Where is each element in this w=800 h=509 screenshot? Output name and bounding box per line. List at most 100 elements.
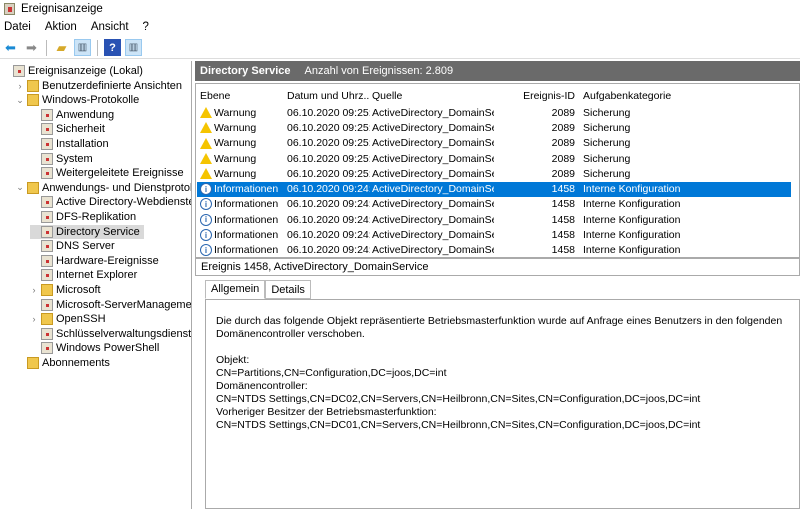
tree-item[interactable]: Anwendung [30,108,114,122]
event-id: 1458 [494,183,580,195]
expand-chevron-icon[interactable]: ⌄ [16,95,24,106]
menu-datei[interactable]: Datei [4,21,31,33]
tree-item[interactable]: Weitergeleitete Ereignisse [30,166,184,180]
col-ereignis-id[interactable]: Ereignis-ID [494,90,580,102]
tree-item-label: Internet Explorer [56,269,137,281]
tree-item-label: Windows-Protokolle [42,94,139,106]
event-detail-header: Ereignis 1458, ActiveDirectory_DomainSer… [195,258,800,276]
up-folder-icon[interactable]: ▰ [53,39,70,56]
event-id: 1458 [494,229,580,241]
log-icon [41,255,53,267]
log-name: Directory Service [200,65,291,77]
tree-item[interactable]: Windows PowerShell [30,341,159,355]
tree-item[interactable]: Installation [30,137,109,151]
toolbar-separator [46,40,47,56]
event-level: iInformationen [197,244,284,256]
event-level: Warnung [197,137,284,149]
event-row[interactable]: Warnung06.10.2020 09:25:46ActiveDirector… [197,136,791,151]
tree-item-label: OpenSSH [56,313,106,325]
tree-item-label: Sicherheit [56,123,105,135]
level-text: Warnung [214,122,256,134]
main-pane: Directory Service Anzahl von Ereignissen… [195,61,800,509]
event-description: Die durch das folgende Objekt repräsenti… [205,299,800,509]
detail-tabs: Allgemein Details [205,280,311,299]
event-row[interactable]: iInformationen06.10.2020 09:24:45ActiveD… [197,243,791,258]
expand-chevron-icon[interactable]: › [30,285,38,295]
event-date: 06.10.2020 09:24:49 [284,214,370,226]
event-source: ActiveDirectory_DomainService [370,183,494,195]
event-source: ActiveDirectory_DomainService [370,137,494,149]
event-row[interactable]: iInformationen06.10.2020 09:24:51ActiveD… [197,182,791,197]
forward-arrow-icon[interactable]: ➡ [23,39,40,56]
tree-item[interactable]: Directory Service [30,225,144,239]
tree-item[interactable]: Schlüsselverwaltungsdienst [30,327,191,341]
event-id: 1458 [494,244,580,256]
back-arrow-icon[interactable]: ⬅ [2,39,19,56]
tree-item[interactable]: Microsoft-ServerManagementExp [30,298,192,312]
event-row[interactable]: Warnung06.10.2020 09:25:46ActiveDirector… [197,105,791,120]
tree-item[interactable]: › OpenSSH [30,312,106,326]
window-title: Ereignisanzeige [21,3,103,15]
folder-icon [41,313,53,325]
tree-item[interactable]: DNS Server [30,239,115,253]
event-row[interactable]: Warnung06.10.2020 09:25:46ActiveDirector… [197,166,791,181]
tree-item-label: Windows PowerShell [56,342,159,354]
menu-aktion[interactable]: Aktion [45,21,77,33]
tree-item[interactable]: Sicherheit [30,122,105,136]
tree-item[interactable]: System [30,152,93,166]
tree-item[interactable]: ⌄ Windows-Protokolle [16,93,139,107]
tree-item[interactable]: Internet Explorer [30,268,137,282]
log-icon [41,226,53,238]
event-row[interactable]: iInformationen06.10.2020 09:24:49ActiveD… [197,212,791,227]
expand-chevron-icon[interactable]: › [30,314,38,324]
tree-item[interactable]: ›Benutzerdefinierte Ansichten [16,79,182,93]
event-row[interactable]: Warnung06.10.2020 09:25:46ActiveDirector… [197,151,791,166]
tab-details[interactable]: Details [265,280,311,299]
tree-item[interactable]: Active Directory-Webdienste [30,195,192,209]
menu-help[interactable]: ? [143,21,149,33]
tree-item[interactable]: ›Microsoft [30,283,101,297]
event-date: 06.10.2020 09:24:50 [284,198,370,210]
log-header: Directory Service Anzahl von Ereignissen… [195,61,800,81]
show-hide-action-pane-icon[interactable]: ▥ [125,39,142,56]
tree-item-label: DNS Server [56,240,115,252]
event-date: 06.10.2020 09:25:46 [284,107,370,119]
event-row[interactable]: Warnung06.10.2020 09:25:46ActiveDirector… [197,120,791,135]
toolbar: ⬅ ➡ ▰ ▥ ? ▥ [0,37,800,59]
tree-item[interactable]: DFS-Replikation [30,210,136,224]
tree-item[interactable]: Hardware-Ereignisse [30,254,159,268]
tab-allgemein[interactable]: Allgemein [205,280,265,299]
level-text: Informationen [214,229,278,241]
event-category: Interne Konfiguration [580,244,780,256]
event-id: 1458 [494,214,580,226]
log-icon [41,123,53,135]
expand-chevron-icon[interactable]: › [16,81,24,91]
log-icon [41,328,53,340]
info-icon: i [200,244,212,256]
event-id: 2089 [494,107,580,119]
tree-item[interactable]: Abonnements [16,356,110,370]
event-category: Sicherung [580,168,780,180]
col-ebene[interactable]: Ebene [197,90,284,102]
col-aufgabenkategorie[interactable]: Aufgabenkategorie [580,90,780,102]
col-quelle[interactable]: Quelle [370,90,494,102]
show-hide-tree-icon[interactable]: ▥ [74,39,91,56]
event-row[interactable]: iInformationen06.10.2020 09:24:50ActiveD… [197,197,791,212]
level-text: Informationen [214,198,278,210]
warning-icon [200,138,212,149]
event-source: ActiveDirectory_DomainService [370,229,494,241]
tree-item[interactable]: Ereignisanzeige (Lokal) [2,64,143,78]
event-id: 2089 [494,168,580,180]
expand-chevron-icon[interactable]: ⌄ [16,182,24,193]
event-id: 2089 [494,153,580,165]
event-category: Sicherung [580,122,780,134]
event-category: Interne Konfiguration [580,183,780,195]
event-row[interactable]: iInformationen06.10.2020 09:24:49ActiveD… [197,227,791,242]
col-datum[interactable]: Datum und Uhrz... [284,90,370,102]
menu-ansicht[interactable]: Ansicht [91,21,129,33]
help-icon[interactable]: ? [104,39,121,56]
log-icon [41,240,53,252]
event-category: Sicherung [580,107,780,119]
tree-item[interactable]: ⌄Anwendungs- und Dienstprotokolle [16,181,192,195]
tree-item-label: Installation [56,138,109,150]
